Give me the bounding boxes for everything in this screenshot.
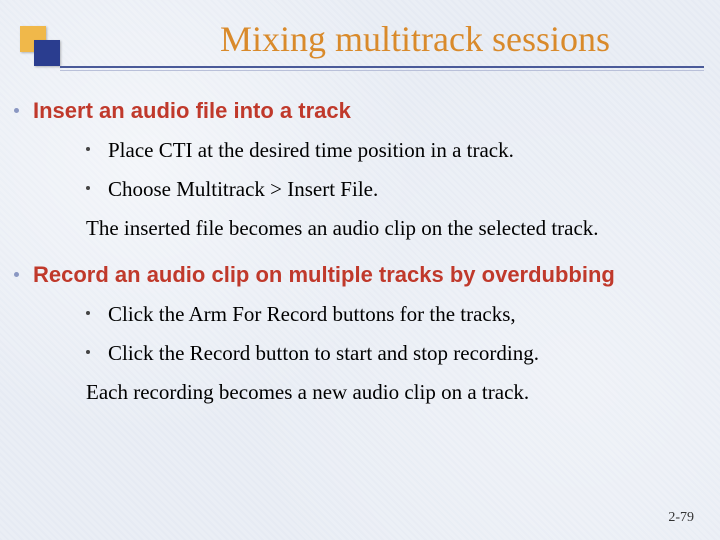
section-heading: Insert an audio file into a track <box>33 96 351 126</box>
slide-logo <box>20 26 64 66</box>
bullet-text: Place CTI at the desired time position i… <box>108 136 514 165</box>
sub-bullet-icon <box>86 311 90 315</box>
bullet-text: Choose Multitrack > Insert File. <box>108 175 378 204</box>
sub-bullet-icon <box>86 147 90 151</box>
bullet-text: Click the Record button to start and sto… <box>108 339 539 368</box>
page-number: 2-79 <box>668 510 694 526</box>
bullet-icon <box>14 272 19 277</box>
section-note: The inserted file becomes an audio clip … <box>86 214 696 243</box>
section-note: Each recording becomes a new audio clip … <box>86 378 696 407</box>
bullet-icon <box>14 108 19 113</box>
logo-square-navy <box>34 40 60 66</box>
bullet-text: Click the Arm For Record buttons for the… <box>108 300 516 329</box>
section-heading: Record an audio clip on multiple tracks … <box>33 260 615 290</box>
title-underline <box>60 66 704 72</box>
slide-body: Insert an audio file into a track Place … <box>14 96 696 424</box>
sub-bullet-icon <box>86 350 90 354</box>
sub-bullet-icon <box>86 186 90 190</box>
slide-title: Mixing multitrack sessions <box>140 18 690 60</box>
